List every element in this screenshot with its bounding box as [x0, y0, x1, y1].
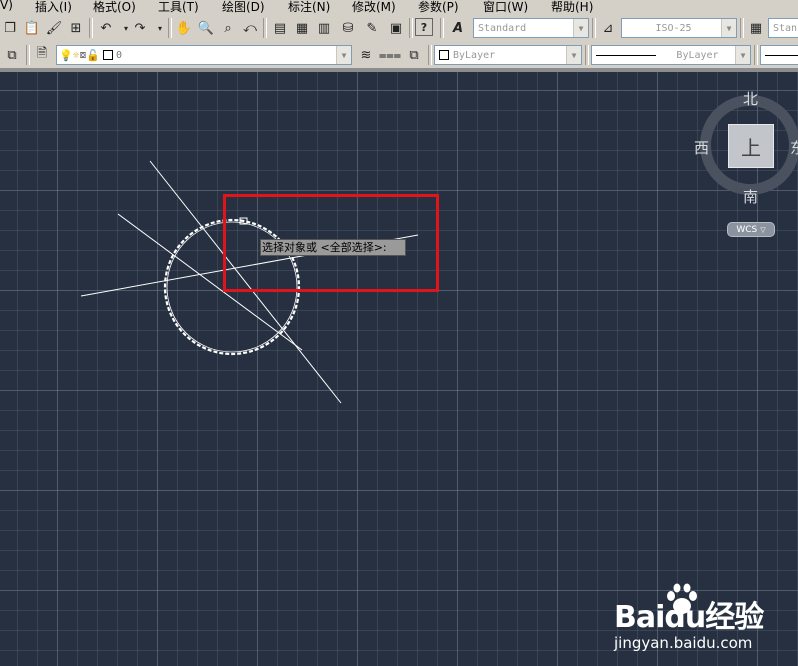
menu-tools[interactable]: 工具(T) — [158, 0, 199, 14]
viewcube-top-face[interactable]: 上 — [728, 124, 774, 168]
menu-view[interactable]: V) — [0, 0, 13, 12]
markup-icon[interactable]: ✎ — [362, 18, 382, 38]
chevron-down-icon: ▼ — [566, 46, 581, 64]
block-editor-icon[interactable]: ⊞ — [66, 18, 86, 38]
watermark-logo-text: Baidu经验 — [614, 600, 764, 635]
sun-icon: ☼ — [72, 48, 80, 62]
properties-icon[interactable]: ▤ — [270, 18, 290, 38]
chevron-down-icon: ▼ — [721, 19, 736, 37]
layer-properties-icon[interactable]: 🗎 — [32, 45, 52, 65]
compass-south-label[interactable]: 南 — [743, 186, 758, 207]
calculator-icon[interactable]: ▣ — [386, 18, 406, 38]
menu-draw[interactable]: 绘图(D) — [222, 0, 265, 14]
redo-icon[interactable]: ↷ — [130, 18, 150, 38]
paste-icon[interactable]: 📋 — [22, 18, 42, 38]
table-style-icon[interactable]: ▦ — [746, 18, 766, 38]
chevron-down-icon: ▽ — [760, 225, 766, 234]
menu-format[interactable]: 格式(O) — [93, 0, 136, 14]
compass-north-label[interactable]: 北 — [743, 88, 758, 109]
redo-dropdown-icon[interactable]: ▾ — [150, 18, 170, 38]
undo-icon[interactable]: ↶ — [96, 18, 116, 38]
linetype-select[interactable]: ByLayer ▼ — [591, 45, 751, 65]
drawing-canvas[interactable]: 北 南 西 东 上 WCS ▽ 选择对象或 <全部选择>: Baidu经验 ji… — [0, 72, 798, 666]
design-center-icon[interactable]: ▦ — [292, 18, 312, 38]
menu-bar: V) 插入(I) 格式(O) 工具(T) 绘图(D) 标注(N) 修改(M) 参… — [0, 0, 798, 14]
lineweight-preview — [765, 54, 798, 56]
lock-icon: 🔓 — [86, 48, 101, 62]
layer-select[interactable]: 💡 ☼ ⧇ 🔓 0 ▼ — [56, 45, 352, 65]
standard-toolbar: ❐ 📋 🖌 ⊞ ↶ ▾ ↷ ▾ ✋ 🔍 ⌕ ⤺ ▤ ▦ ▥ ⛁ ✎ ▣ ? A … — [0, 14, 798, 43]
layer-color-swatch — [103, 50, 114, 60]
pan-icon[interactable]: ✋ — [174, 18, 194, 38]
layer-states-icon[interactable]: ⧉ — [404, 45, 424, 65]
dimension-style-icon[interactable]: ⊿ — [598, 18, 618, 38]
chevron-down-icon: ▼ — [735, 46, 750, 64]
color-swatch — [439, 50, 449, 60]
layer-manager-icon[interactable]: ⧉ — [2, 45, 22, 65]
zoom-realtime-icon[interactable]: 🔍 — [196, 18, 216, 38]
help-icon[interactable]: ? — [415, 18, 433, 36]
menu-help[interactable]: 帮助(H) — [551, 0, 593, 14]
match-properties-icon[interactable]: 🖌 — [44, 18, 64, 38]
viewport-freeze-icon: ⧇ — [79, 48, 87, 61]
menu-parameters[interactable]: 参数(P) — [418, 0, 459, 14]
tool-palettes-icon[interactable]: ▥ — [314, 18, 334, 38]
lineweight-select[interactable] — [760, 45, 798, 65]
menu-modify[interactable]: 修改(M) — [352, 0, 396, 14]
table-style-select[interactable]: Stan — [768, 18, 798, 38]
wcs-label: WCS — [736, 224, 758, 235]
wcs-menu-button[interactable]: WCS ▽ — [727, 222, 775, 237]
baidu-jingyan-watermark: Baidu经验 jingyan.baidu.com — [614, 580, 794, 660]
layer-previous-icon[interactable]: ⩶ — [379, 45, 401, 65]
annotation-highlight-box — [223, 194, 439, 292]
bulb-icon: 💡 — [59, 48, 73, 62]
text-style-select[interactable]: Standard ▼ — [473, 18, 589, 38]
zoom-window-icon[interactable]: ⌕ — [218, 18, 238, 38]
chevron-down-icon: ▼ — [336, 46, 351, 64]
make-current-layer-icon[interactable]: ≋ — [356, 45, 376, 65]
menu-insert[interactable]: 插入(I) — [35, 0, 72, 14]
copy-icon[interactable]: ❐ — [0, 18, 20, 38]
drawing-geometry — [80, 160, 419, 404]
watermark-url: jingyan.baidu.com — [614, 634, 753, 652]
menu-dimension[interactable]: 标注(N) — [288, 0, 330, 14]
compass-west-label[interactable]: 西 — [694, 137, 709, 158]
dimension-style-select[interactable]: ISO-25 ▼ — [621, 18, 737, 38]
color-select[interactable]: ByLayer ▼ — [434, 45, 582, 65]
viewcube-face-label: 上 — [741, 135, 761, 160]
linetype-preview — [596, 54, 656, 56]
sheet-set-icon[interactable]: ⛁ — [338, 18, 358, 38]
layers-toolbar: ⧉ 🗎 💡 ☼ ⧇ 🔓 0 ▼ ≋ ⩶ ⧉ ByLayer ▼ ByLayer ▼ — [0, 42, 798, 68]
menu-window[interactable]: 窗口(W) — [483, 0, 528, 14]
zoom-previous-icon[interactable]: ⤺ — [240, 18, 260, 38]
text-style-icon[interactable]: A — [448, 18, 468, 38]
chevron-down-icon: ▼ — [573, 19, 588, 37]
compass-east-label[interactable]: 东 — [790, 137, 798, 158]
